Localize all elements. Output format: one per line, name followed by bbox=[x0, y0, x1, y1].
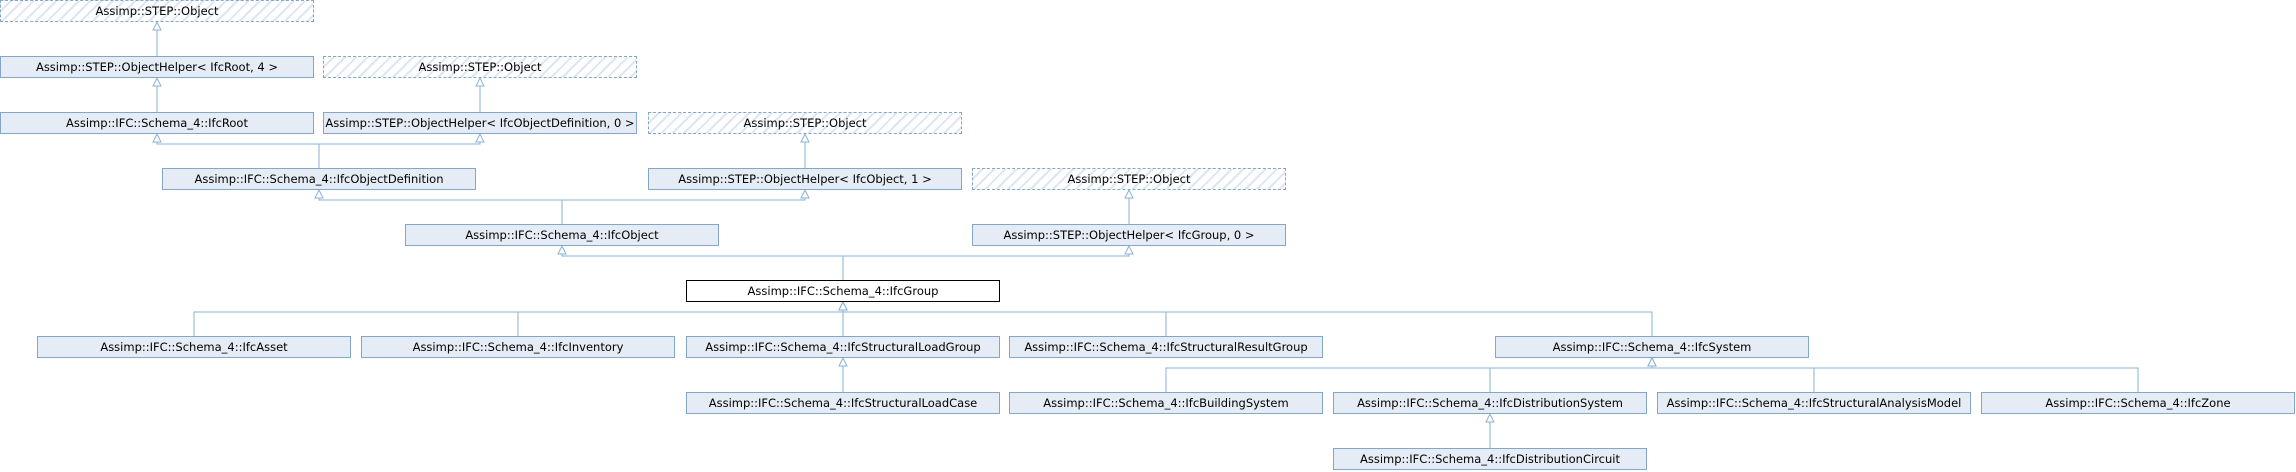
class-node-group[interactable]: Assimp::IFC::Schema_4::IfcGroup bbox=[686, 280, 1000, 302]
class-node-label: Assimp::IFC::Schema_4::IfcZone bbox=[2045, 396, 2231, 410]
class-node-label: Assimp::STEP::Object bbox=[418, 60, 542, 74]
class-node-label: Assimp::IFC::Schema_4::IfcInventory bbox=[412, 340, 624, 354]
class-node-label: Assimp::IFC::Schema_4::IfcObjectDefiniti… bbox=[194, 172, 444, 186]
class-node-label: Assimp::IFC::Schema_4::IfcDistributionCi… bbox=[1359, 452, 1620, 466]
class-node-system[interactable]: Assimp::IFC::Schema_4::IfcSystem bbox=[1495, 336, 1809, 358]
class-node-label: Assimp::IFC::Schema_4::IfcObject bbox=[465, 228, 659, 242]
edge-system-to-group bbox=[842, 308, 1653, 336]
arrowhead-obj-to-ohobj bbox=[800, 188, 810, 199]
arrowhead-dcirc-to-dsys bbox=[1485, 412, 1495, 423]
arrowhead-ohobjdef-to-so2 bbox=[475, 76, 485, 87]
class-node-label: Assimp::STEP::Object bbox=[743, 116, 867, 130]
class-node-ohobjdef[interactable]: Assimp::STEP::ObjectHelper< IfcObjectDef… bbox=[323, 112, 637, 134]
edge-obj-to-ohobj bbox=[561, 196, 806, 224]
class-node-slg[interactable]: Assimp::IFC::Schema_4::IfcStructuralLoad… bbox=[686, 336, 1000, 358]
class-node-label: Assimp::IFC::Schema_4::IfcStructuralAnal… bbox=[1666, 396, 1962, 410]
edge-obj-to-objdef bbox=[318, 196, 563, 224]
edge-dsys-to-system bbox=[1489, 364, 1653, 392]
edge-zone-to-system bbox=[1651, 364, 2139, 392]
arrowhead-ohroot-to-so1 bbox=[152, 20, 162, 31]
arrowhead-slc-to-slg bbox=[838, 356, 848, 367]
arrowhead-zone-to-system bbox=[1647, 356, 1657, 367]
arrowhead-ohobj-to-so3 bbox=[800, 132, 810, 143]
class-node-slc[interactable]: Assimp::IFC::Schema_4::IfcStructuralLoad… bbox=[686, 392, 1000, 414]
edge-objdef-to-ohobjdef bbox=[318, 140, 481, 168]
class-node-dcirc[interactable]: Assimp::IFC::Schema_4::IfcDistributionCi… bbox=[1333, 448, 1647, 470]
class-node-label: Assimp::STEP::ObjectHelper< IfcRoot, 4 > bbox=[35, 60, 279, 74]
class-node-so3: Assimp::STEP::Object bbox=[648, 112, 962, 134]
class-node-ohroot[interactable]: Assimp::STEP::ObjectHelper< IfcRoot, 4 > bbox=[0, 56, 314, 78]
arrowhead-root-to-ohroot bbox=[152, 76, 162, 87]
class-node-label: Assimp::STEP::Object bbox=[95, 4, 219, 18]
class-node-label: Assimp::STEP::Object bbox=[1067, 172, 1191, 186]
class-node-label: Assimp::IFC::Schema_4::IfcDistributionSy… bbox=[1357, 396, 1623, 410]
class-node-zone[interactable]: Assimp::IFC::Schema_4::IfcZone bbox=[1981, 392, 2295, 414]
class-node-inventory[interactable]: Assimp::IFC::Schema_4::IfcInventory bbox=[361, 336, 675, 358]
arrowhead-objdef-to-root bbox=[152, 132, 162, 143]
class-node-objdef[interactable]: Assimp::IFC::Schema_4::IfcObjectDefiniti… bbox=[162, 168, 476, 190]
class-node-label: Assimp::IFC::Schema_4::IfcRoot bbox=[66, 116, 248, 130]
class-node-label: Assimp::IFC::Schema_4::IfcBuildingSystem bbox=[1043, 396, 1289, 410]
class-node-so4: Assimp::STEP::Object bbox=[972, 168, 1286, 190]
class-node-label: Assimp::IFC::Schema_4::IfcStructuralResu… bbox=[1024, 340, 1308, 354]
class-node-obj[interactable]: Assimp::IFC::Schema_4::IfcObject bbox=[405, 224, 719, 246]
edge-group-to-ohgroup bbox=[842, 252, 1130, 280]
arrowhead-system-to-group bbox=[838, 300, 848, 311]
class-node-asset[interactable]: Assimp::IFC::Schema_4::IfcAsset bbox=[37, 336, 351, 358]
arrowhead-group-to-ohgroup bbox=[1124, 244, 1134, 255]
edge-group-to-obj bbox=[561, 252, 844, 280]
class-node-label: Assimp::STEP::ObjectHelper< IfcObjectDef… bbox=[325, 116, 635, 130]
class-node-root[interactable]: Assimp::IFC::Schema_4::IfcRoot bbox=[0, 112, 314, 134]
class-node-label: Assimp::STEP::ObjectHelper< IfcObject, 1… bbox=[678, 172, 932, 186]
class-node-dsys[interactable]: Assimp::IFC::Schema_4::IfcDistributionSy… bbox=[1333, 392, 1647, 414]
class-node-label: Assimp::IFC::Schema_4::IfcAsset bbox=[100, 340, 288, 354]
class-node-so1: Assimp::STEP::Object bbox=[0, 0, 314, 22]
class-node-label: Assimp::IFC::Schema_4::IfcStructuralLoad… bbox=[708, 396, 978, 410]
class-node-so2: Assimp::STEP::Object bbox=[323, 56, 637, 78]
arrowhead-obj-to-objdef bbox=[314, 188, 324, 199]
class-node-srg[interactable]: Assimp::IFC::Schema_4::IfcStructuralResu… bbox=[1009, 336, 1323, 358]
class-node-label: Assimp::IFC::Schema_4::IfcGroup bbox=[747, 284, 939, 298]
class-node-label: Assimp::STEP::ObjectHelper< IfcGroup, 0 … bbox=[1003, 228, 1255, 242]
class-node-bsys[interactable]: Assimp::IFC::Schema_4::IfcBuildingSystem bbox=[1009, 392, 1323, 414]
class-node-ohgroup[interactable]: Assimp::STEP::ObjectHelper< IfcGroup, 0 … bbox=[972, 224, 1286, 246]
arrowhead-ohgroup-to-so4 bbox=[1124, 188, 1134, 199]
arrowhead-group-to-obj bbox=[557, 244, 567, 255]
edge-objdef-to-root bbox=[156, 140, 320, 168]
class-node-sam[interactable]: Assimp::IFC::Schema_4::IfcStructuralAnal… bbox=[1657, 392, 1971, 414]
class-node-label: Assimp::IFC::Schema_4::IfcStructuralLoad… bbox=[705, 340, 981, 354]
edge-inventory-to-group bbox=[517, 308, 844, 336]
class-node-label: Assimp::IFC::Schema_4::IfcSystem bbox=[1552, 340, 1752, 354]
arrowhead-objdef-to-ohobjdef bbox=[475, 132, 485, 143]
class-node-ohobj[interactable]: Assimp::STEP::ObjectHelper< IfcObject, 1… bbox=[648, 168, 962, 190]
